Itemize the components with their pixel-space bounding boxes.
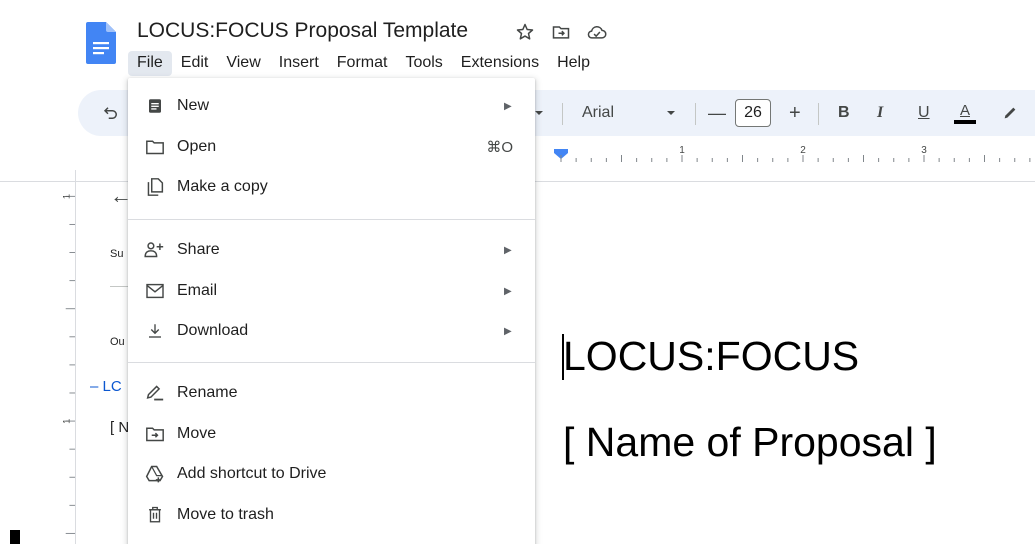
toolbar-divider	[695, 103, 696, 125]
submenu-arrow-icon: ▶	[504, 285, 512, 297]
menu-item-label: Move	[177, 425, 217, 442]
menu-format[interactable]: Format	[328, 51, 397, 76]
rename-icon	[144, 382, 166, 404]
file-menu-new[interactable]: New ▶	[128, 86, 535, 126]
cloud-saved-icon[interactable]	[586, 21, 608, 43]
menu-item-label: Open	[177, 138, 217, 155]
document-subheading[interactable]: [ Name of Proposal ]	[563, 419, 937, 466]
menu-item-label: Download	[177, 322, 249, 339]
menu-file[interactable]: File	[128, 50, 172, 76]
summary-heading: Su	[110, 248, 124, 260]
file-menu-rename[interactable]: Rename	[128, 373, 535, 413]
menu-item-label: Add shortcut to Drive	[177, 465, 327, 482]
decrease-font-size-button[interactable]: —	[708, 90, 726, 136]
trash-icon	[144, 504, 166, 526]
copy-icon	[144, 176, 166, 198]
outline-item[interactable]: [ N	[110, 419, 129, 436]
file-menu-add-shortcut[interactable]: Add shortcut to Drive	[128, 454, 535, 494]
font-family-value: Arial	[582, 104, 615, 121]
increase-font-size-button[interactable]: +	[789, 90, 801, 136]
move-folder-icon[interactable]	[550, 21, 572, 43]
file-menu-email[interactable]: Email ▶	[128, 271, 535, 311]
menubar: File Edit View Insert Format Tools Exten…	[128, 50, 599, 76]
menu-view[interactable]: View	[217, 51, 269, 76]
file-menu-dropdown: New ▶ Open ⌘O Make a copy Share ▶ Email …	[128, 78, 535, 544]
toolbar-divider	[818, 103, 819, 125]
file-menu-move-to-trash[interactable]: Move to trash	[128, 495, 535, 535]
menu-extensions[interactable]: Extensions	[452, 51, 548, 76]
file-menu-open[interactable]: Open ⌘O	[128, 127, 535, 167]
vertical-ruler[interactable]: 1 1	[62, 170, 76, 544]
italic-button[interactable]: I	[877, 90, 883, 136]
style-dropdown-chevron-icon[interactable]	[534, 90, 544, 136]
email-icon	[144, 280, 166, 302]
ruler-label: 3	[921, 146, 927, 156]
menu-tools[interactable]: Tools	[396, 51, 451, 76]
horizontal-ruler[interactable]: 1 2 3	[540, 146, 1035, 166]
menu-help[interactable]: Help	[548, 51, 599, 76]
file-menu-download[interactable]: Download ▶	[128, 311, 535, 351]
font-family-select[interactable]: Arial	[582, 90, 614, 136]
menu-item-label: Make a copy	[177, 178, 268, 195]
file-menu-share[interactable]: Share ▶	[128, 230, 535, 270]
document-icon	[144, 95, 166, 117]
toolbar-divider	[562, 103, 563, 125]
ruler-label: 1	[679, 146, 685, 156]
submenu-arrow-icon: ▶	[504, 244, 512, 256]
page-marker	[10, 530, 20, 544]
font-size-input[interactable]: 26	[735, 99, 771, 127]
document-heading[interactable]: LOCUS:FOCUS	[563, 333, 859, 380]
bold-button[interactable]: B	[838, 90, 850, 136]
sidebar-divider	[110, 286, 130, 287]
text-color-swatch	[954, 119, 976, 124]
move-folder-icon	[144, 423, 166, 445]
font-size-field-wrapper: 26	[735, 90, 771, 136]
submenu-arrow-icon: ▶	[504, 325, 512, 337]
font-chevron-down-icon[interactable]	[666, 90, 676, 136]
document-title[interactable]: LOCUS:FOCUS Proposal Template	[137, 19, 468, 43]
highlight-pen-icon[interactable]	[1002, 90, 1018, 136]
share-person-icon	[144, 239, 166, 261]
vruler-label: 1	[62, 194, 71, 199]
vruler-label: 1	[62, 419, 71, 424]
menu-item-label: New	[177, 97, 210, 114]
download-icon	[144, 320, 166, 342]
star-icon[interactable]	[514, 21, 536, 43]
menu-separator	[128, 219, 535, 220]
drive-shortcut-icon	[144, 463, 166, 485]
menu-item-label: Rename	[177, 384, 238, 401]
ruler-label: 2	[800, 146, 806, 156]
folder-icon	[144, 136, 166, 158]
menu-item-label: Email	[177, 282, 218, 299]
outline-heading: Ou	[110, 336, 125, 348]
submenu-arrow-icon: ▶	[504, 100, 512, 112]
menu-item-label: Move to trash	[177, 506, 274, 523]
google-docs-logo-icon[interactable]	[86, 22, 116, 68]
text-color-letter: A	[959, 101, 970, 119]
shortcut-hint: ⌘O	[486, 139, 513, 156]
menu-item-label: Share	[177, 241, 220, 258]
file-menu-move[interactable]: Move	[128, 414, 535, 454]
file-menu-make-copy[interactable]: Make a copy	[128, 167, 535, 207]
menu-separator	[128, 362, 535, 363]
text-color-button[interactable]: A	[954, 90, 976, 136]
outline-item-active[interactable]: – LC	[90, 378, 122, 395]
undo-icon[interactable]	[102, 104, 120, 122]
menu-edit[interactable]: Edit	[172, 51, 218, 76]
underline-button[interactable]: U	[918, 90, 930, 136]
menu-insert[interactable]: Insert	[270, 51, 328, 76]
